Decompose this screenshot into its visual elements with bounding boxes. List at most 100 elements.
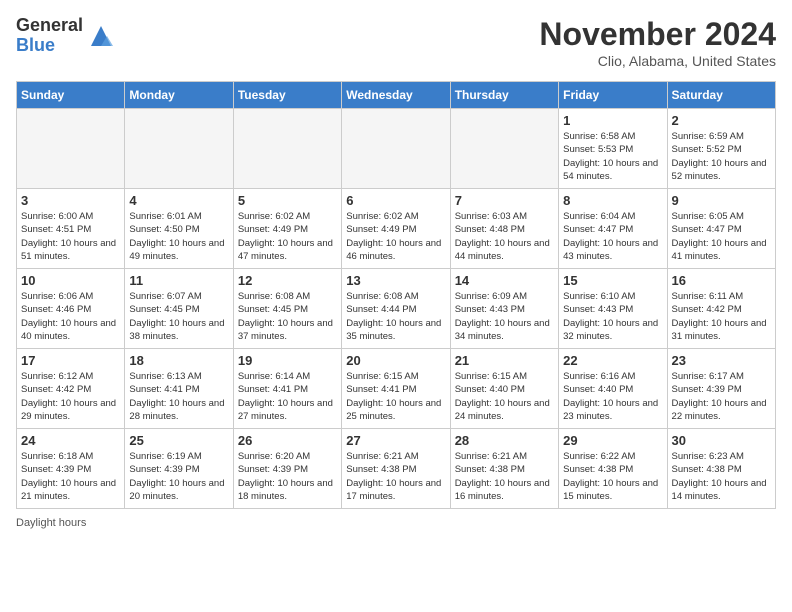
day-number: 3 xyxy=(21,193,120,208)
day-number: 16 xyxy=(672,273,771,288)
day-cell: 12 Sunrise: 6:08 AM Sunset: 4:45 PM Dayli… xyxy=(233,269,341,349)
day-cell: 7 Sunrise: 6:03 AM Sunset: 4:48 PM Daylig… xyxy=(450,189,558,269)
day-cell: 17 Sunrise: 6:12 AM Sunset: 4:42 PM Dayli… xyxy=(17,349,125,429)
day-detail: Sunrise: 6:00 AM Sunset: 4:51 PM Dayligh… xyxy=(21,210,120,263)
week-row-0: 1 Sunrise: 6:58 AM Sunset: 5:53 PM Daylig… xyxy=(17,109,776,189)
day-number: 23 xyxy=(672,353,771,368)
day-cell: 2Sunrise: 6:59 AM Sunset: 5:52 PM Daylig… xyxy=(667,109,775,189)
day-number: 5 xyxy=(238,193,337,208)
header-friday: Friday xyxy=(559,82,667,109)
day-number: 22 xyxy=(563,353,662,368)
day-number: 26 xyxy=(238,433,337,448)
header-saturday: Saturday xyxy=(667,82,775,109)
day-detail: Sunrise: 6:09 AM Sunset: 4:43 PM Dayligh… xyxy=(455,290,554,343)
day-detail: Sunrise: 6:15 AM Sunset: 4:41 PM Dayligh… xyxy=(346,370,445,423)
day-number: 6 xyxy=(346,193,445,208)
day-detail: Sunrise: 6:17 AM Sunset: 4:39 PM Dayligh… xyxy=(672,370,771,423)
week-row-4: 24 Sunrise: 6:18 AM Sunset: 4:39 PM Dayli… xyxy=(17,429,776,509)
day-detail: Sunrise: 6:08 AM Sunset: 4:44 PM Dayligh… xyxy=(346,290,445,343)
header-wednesday: Wednesday xyxy=(342,82,450,109)
day-detail: Sunrise: 6:08 AM Sunset: 4:45 PM Dayligh… xyxy=(238,290,337,343)
day-cell: 9 Sunrise: 6:05 AM Sunset: 4:47 PM Daylig… xyxy=(667,189,775,269)
week-row-2: 10 Sunrise: 6:06 AM Sunset: 4:46 PM Dayli… xyxy=(17,269,776,349)
day-number: 13 xyxy=(346,273,445,288)
day-number: 2 xyxy=(672,113,771,128)
day-cell: 25Sunrise: 6:19 AM Sunset: 4:39 PM Dayli… xyxy=(125,429,233,509)
day-cell: 13 Sunrise: 6:08 AM Sunset: 4:44 PM Dayli… xyxy=(342,269,450,349)
day-detail: Sunrise: 6:01 AM Sunset: 4:50 PM Dayligh… xyxy=(129,210,228,263)
header-sunday: Sunday xyxy=(17,82,125,109)
day-cell: 30 Sunrise: 6:23 AM Sunset: 4:38 PM Dayli… xyxy=(667,429,775,509)
day-cell: 19 Sunrise: 6:14 AM Sunset: 4:41 PM Dayli… xyxy=(233,349,341,429)
day-cell: 11 Sunrise: 6:07 AM Sunset: 4:45 PM Dayli… xyxy=(125,269,233,349)
day-detail: Sunrise: 6:13 AM Sunset: 4:41 PM Dayligh… xyxy=(129,370,228,423)
day-detail: Sunrise: 6:02 AM Sunset: 4:49 PM Dayligh… xyxy=(346,210,445,263)
day-cell xyxy=(125,109,233,189)
day-detail: Sunrise: 6:05 AM Sunset: 4:47 PM Dayligh… xyxy=(672,210,771,263)
week-row-1: 3 Sunrise: 6:00 AM Sunset: 4:51 PM Daylig… xyxy=(17,189,776,269)
day-detail: Sunrise: 6:03 AM Sunset: 4:48 PM Dayligh… xyxy=(455,210,554,263)
header-thursday: Thursday xyxy=(450,82,558,109)
header-tuesday: Tuesday xyxy=(233,82,341,109)
day-number: 18 xyxy=(129,353,228,368)
day-cell: 18 Sunrise: 6:13 AM Sunset: 4:41 PM Dayli… xyxy=(125,349,233,429)
day-number: 7 xyxy=(455,193,554,208)
day-cell: 1 Sunrise: 6:58 AM Sunset: 5:53 PM Daylig… xyxy=(559,109,667,189)
day-detail: Sunrise: 6:18 AM Sunset: 4:39 PM Dayligh… xyxy=(21,450,120,503)
day-cell: 29 Sunrise: 6:22 AM Sunset: 4:38 PM Dayli… xyxy=(559,429,667,509)
day-detail: Sunrise: 6:21 AM Sunset: 4:38 PM Dayligh… xyxy=(455,450,554,503)
day-cell: 5Sunrise: 6:02 AM Sunset: 4:49 PM Daylig… xyxy=(233,189,341,269)
day-detail: Sunrise: 6:06 AM Sunset: 4:46 PM Dayligh… xyxy=(21,290,120,343)
day-number: 29 xyxy=(563,433,662,448)
day-number: 1 xyxy=(563,113,662,128)
logo: General Blue xyxy=(16,16,115,56)
day-cell xyxy=(17,109,125,189)
day-cell: 4Sunrise: 6:01 AM Sunset: 4:50 PM Daylig… xyxy=(125,189,233,269)
day-cell: 23 Sunrise: 6:17 AM Sunset: 4:39 PM Dayli… xyxy=(667,349,775,429)
day-number: 20 xyxy=(346,353,445,368)
header-row: SundayMondayTuesdayWednesdayThursdayFrid… xyxy=(17,82,776,109)
logo-icon xyxy=(87,22,115,50)
logo-general: General xyxy=(16,16,83,36)
day-cell: 21 Sunrise: 6:15 AM Sunset: 4:40 PM Dayli… xyxy=(450,349,558,429)
page-header: General Blue November 2024 Clio, Alabama… xyxy=(16,16,776,69)
day-number: 24 xyxy=(21,433,120,448)
day-number: 30 xyxy=(672,433,771,448)
day-number: 12 xyxy=(238,273,337,288)
day-cell: 22 Sunrise: 6:16 AM Sunset: 4:40 PM Dayli… xyxy=(559,349,667,429)
day-detail: Sunrise: 6:22 AM Sunset: 4:38 PM Dayligh… xyxy=(563,450,662,503)
day-number: 10 xyxy=(21,273,120,288)
day-detail: Sunrise: 6:04 AM Sunset: 4:47 PM Dayligh… xyxy=(563,210,662,263)
day-detail: Sunrise: 6:58 AM Sunset: 5:53 PM Dayligh… xyxy=(563,130,662,183)
day-detail: Sunrise: 6:07 AM Sunset: 4:45 PM Dayligh… xyxy=(129,290,228,343)
day-cell xyxy=(233,109,341,189)
day-number: 9 xyxy=(672,193,771,208)
day-cell: 14 Sunrise: 6:09 AM Sunset: 4:43 PM Dayli… xyxy=(450,269,558,349)
day-cell: 27Sunrise: 6:21 AM Sunset: 4:38 PM Dayli… xyxy=(342,429,450,509)
day-cell xyxy=(450,109,558,189)
day-number: 14 xyxy=(455,273,554,288)
day-cell xyxy=(342,109,450,189)
day-detail: Sunrise: 6:12 AM Sunset: 4:42 PM Dayligh… xyxy=(21,370,120,423)
day-cell: 16Sunrise: 6:11 AM Sunset: 4:42 PM Dayli… xyxy=(667,269,775,349)
day-number: 27 xyxy=(346,433,445,448)
day-number: 21 xyxy=(455,353,554,368)
day-cell: 3 Sunrise: 6:00 AM Sunset: 4:51 PM Daylig… xyxy=(17,189,125,269)
calendar-table: SundayMondayTuesdayWednesdayThursdayFrid… xyxy=(16,81,776,509)
day-cell: 26Sunrise: 6:20 AM Sunset: 4:39 PM Dayli… xyxy=(233,429,341,509)
day-detail: Sunrise: 6:14 AM Sunset: 4:41 PM Dayligh… xyxy=(238,370,337,423)
day-cell: 15Sunrise: 6:10 AM Sunset: 4:43 PM Dayli… xyxy=(559,269,667,349)
day-detail: Sunrise: 6:10 AM Sunset: 4:43 PM Dayligh… xyxy=(563,290,662,343)
day-number: 19 xyxy=(238,353,337,368)
header-monday: Monday xyxy=(125,82,233,109)
week-row-3: 17 Sunrise: 6:12 AM Sunset: 4:42 PM Dayli… xyxy=(17,349,776,429)
day-detail: Sunrise: 6:23 AM Sunset: 4:38 PM Dayligh… xyxy=(672,450,771,503)
title-block: November 2024 Clio, Alabama, United Stat… xyxy=(539,16,776,69)
day-detail: Sunrise: 6:15 AM Sunset: 4:40 PM Dayligh… xyxy=(455,370,554,423)
day-cell: 10 Sunrise: 6:06 AM Sunset: 4:46 PM Dayli… xyxy=(17,269,125,349)
location: Clio, Alabama, United States xyxy=(539,53,776,69)
day-number: 17 xyxy=(21,353,120,368)
day-cell: 24 Sunrise: 6:18 AM Sunset: 4:39 PM Dayli… xyxy=(17,429,125,509)
day-number: 11 xyxy=(129,273,228,288)
day-detail: Sunrise: 6:16 AM Sunset: 4:40 PM Dayligh… xyxy=(563,370,662,423)
